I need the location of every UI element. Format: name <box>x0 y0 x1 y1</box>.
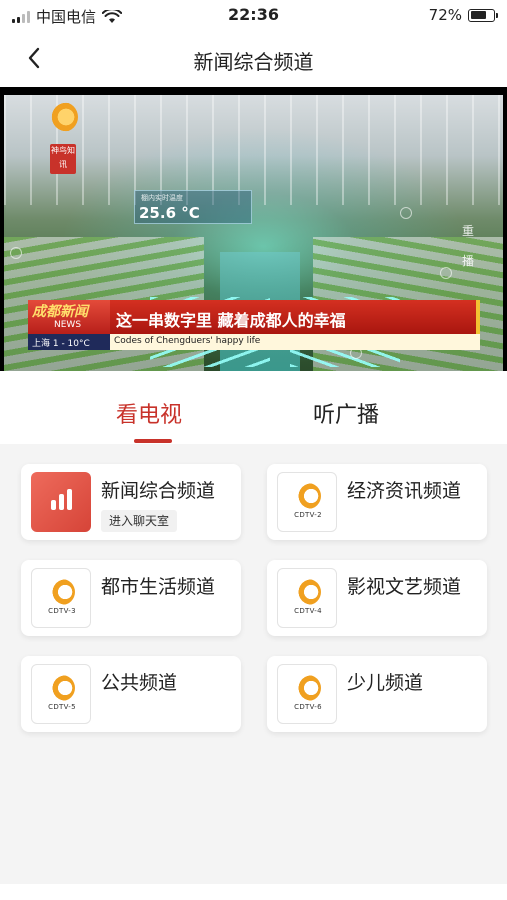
channel-logo: CDTV-4 <box>277 568 337 628</box>
battery-percent: 72% <box>428 6 462 24</box>
channel-logo: CDTV-2 <box>277 472 337 532</box>
bottom-safe-area <box>0 884 507 900</box>
greenhouse-roof <box>4 95 503 205</box>
video-player[interactable]: 神鸟知讯 棚内实时温度 25.6 °C 重播 成都新闻 NEWS 这一串数字里 … <box>0 87 507 371</box>
news-brand: 成都新闻 NEWS <box>28 300 110 334</box>
channel-logo-label: CDTV-6 <box>294 703 322 711</box>
battery-group: 72% <box>428 6 498 24</box>
channel-logo: CDTV-3 <box>31 568 91 628</box>
badge-label: 神鸟知讯 <box>50 144 76 174</box>
channel-grid: 新闻综合频道 进入聊天室 CDTV-2 经济资讯频道 CDTV-3 都市生活频道… <box>0 444 507 884</box>
active-tab-indicator <box>134 439 172 443</box>
news-brand-title: 成都新闻 <box>32 304 88 320</box>
news-brand-sub: NEWS <box>54 320 82 330</box>
channel-logo-label: CDTV-2 <box>294 511 322 519</box>
temperature-label: 棚内实时温度 <box>141 194 183 202</box>
channel-card-city-life[interactable]: CDTV-3 都市生活频道 <box>21 560 241 636</box>
page-title: 新闻综合频道 <box>193 50 314 74</box>
media-tabs: 看电视 听广播 <box>0 371 507 444</box>
channel-thumb-live <box>31 472 91 532</box>
channel-logo: CDTV-5 <box>31 664 91 724</box>
tab-listen-radio[interactable]: 听广播 <box>313 397 379 429</box>
news-headline: 这一串数字里 藏着成都人的幸福 <box>110 300 480 334</box>
replay-label: 重播 <box>462 224 475 268</box>
channel-name: 都市生活频道 <box>101 576 216 598</box>
navigation-bar: 新闻综合频道 <box>0 30 507 87</box>
news-subtitle: Codes of Chengduers' happy life <box>110 334 480 350</box>
channel-name: 经济资讯频道 <box>347 480 462 502</box>
cdtv-logo-icon <box>295 579 321 605</box>
channel-card-news[interactable]: 新闻综合频道 进入聊天室 <box>21 464 241 540</box>
status-bar: 中国电信 22:36 72% <box>0 0 507 30</box>
temperature-value: 25.6 °C <box>139 204 200 222</box>
tab-watch-tv[interactable]: 看电视 <box>116 397 182 429</box>
bar-chart-icon <box>51 489 72 510</box>
cdtv-logo-icon <box>49 675 75 701</box>
bubble <box>440 267 452 279</box>
battery-icon <box>468 8 498 22</box>
cdtv-logo-icon <box>295 483 321 509</box>
channel-card-public[interactable]: CDTV-5 公共频道 <box>21 656 241 732</box>
cdtv-logo-icon <box>49 579 75 605</box>
channel-logo-label: CDTV-4 <box>294 607 322 615</box>
channel-card-economy[interactable]: CDTV-2 经济资讯频道 <box>267 464 487 540</box>
battery-fill <box>470 11 487 19</box>
enter-chatroom-button[interactable]: 进入聊天室 <box>101 510 178 532</box>
channel-logo-label: CDTV-5 <box>48 703 76 711</box>
temperature-panel: 棚内实时温度 25.6 °C <box>134 190 252 224</box>
channel-logo: CDTV-6 <box>277 664 337 724</box>
channel-name: 公共频道 <box>101 672 178 694</box>
news-lower-third: 成都新闻 NEWS 这一串数字里 藏着成都人的幸福 上海 1 - 10°C Co… <box>28 300 480 350</box>
channel-card-film-arts[interactable]: CDTV-4 影视文艺频道 <box>267 560 487 636</box>
channel-watermark-logo <box>48 102 78 132</box>
weather-ticker: 上海 1 - 10°C <box>28 334 110 350</box>
channel-card-kids[interactable]: CDTV-6 少儿频道 <box>267 656 487 732</box>
bubble <box>10 247 22 259</box>
channel-name: 少儿频道 <box>347 672 424 694</box>
cdtv-logo-icon <box>295 675 321 701</box>
bubble <box>400 207 412 219</box>
channel-name: 新闻综合频道 <box>101 480 216 502</box>
channel-logo-label: CDTV-3 <box>48 607 76 615</box>
channel-name: 影视文艺频道 <box>347 576 462 598</box>
